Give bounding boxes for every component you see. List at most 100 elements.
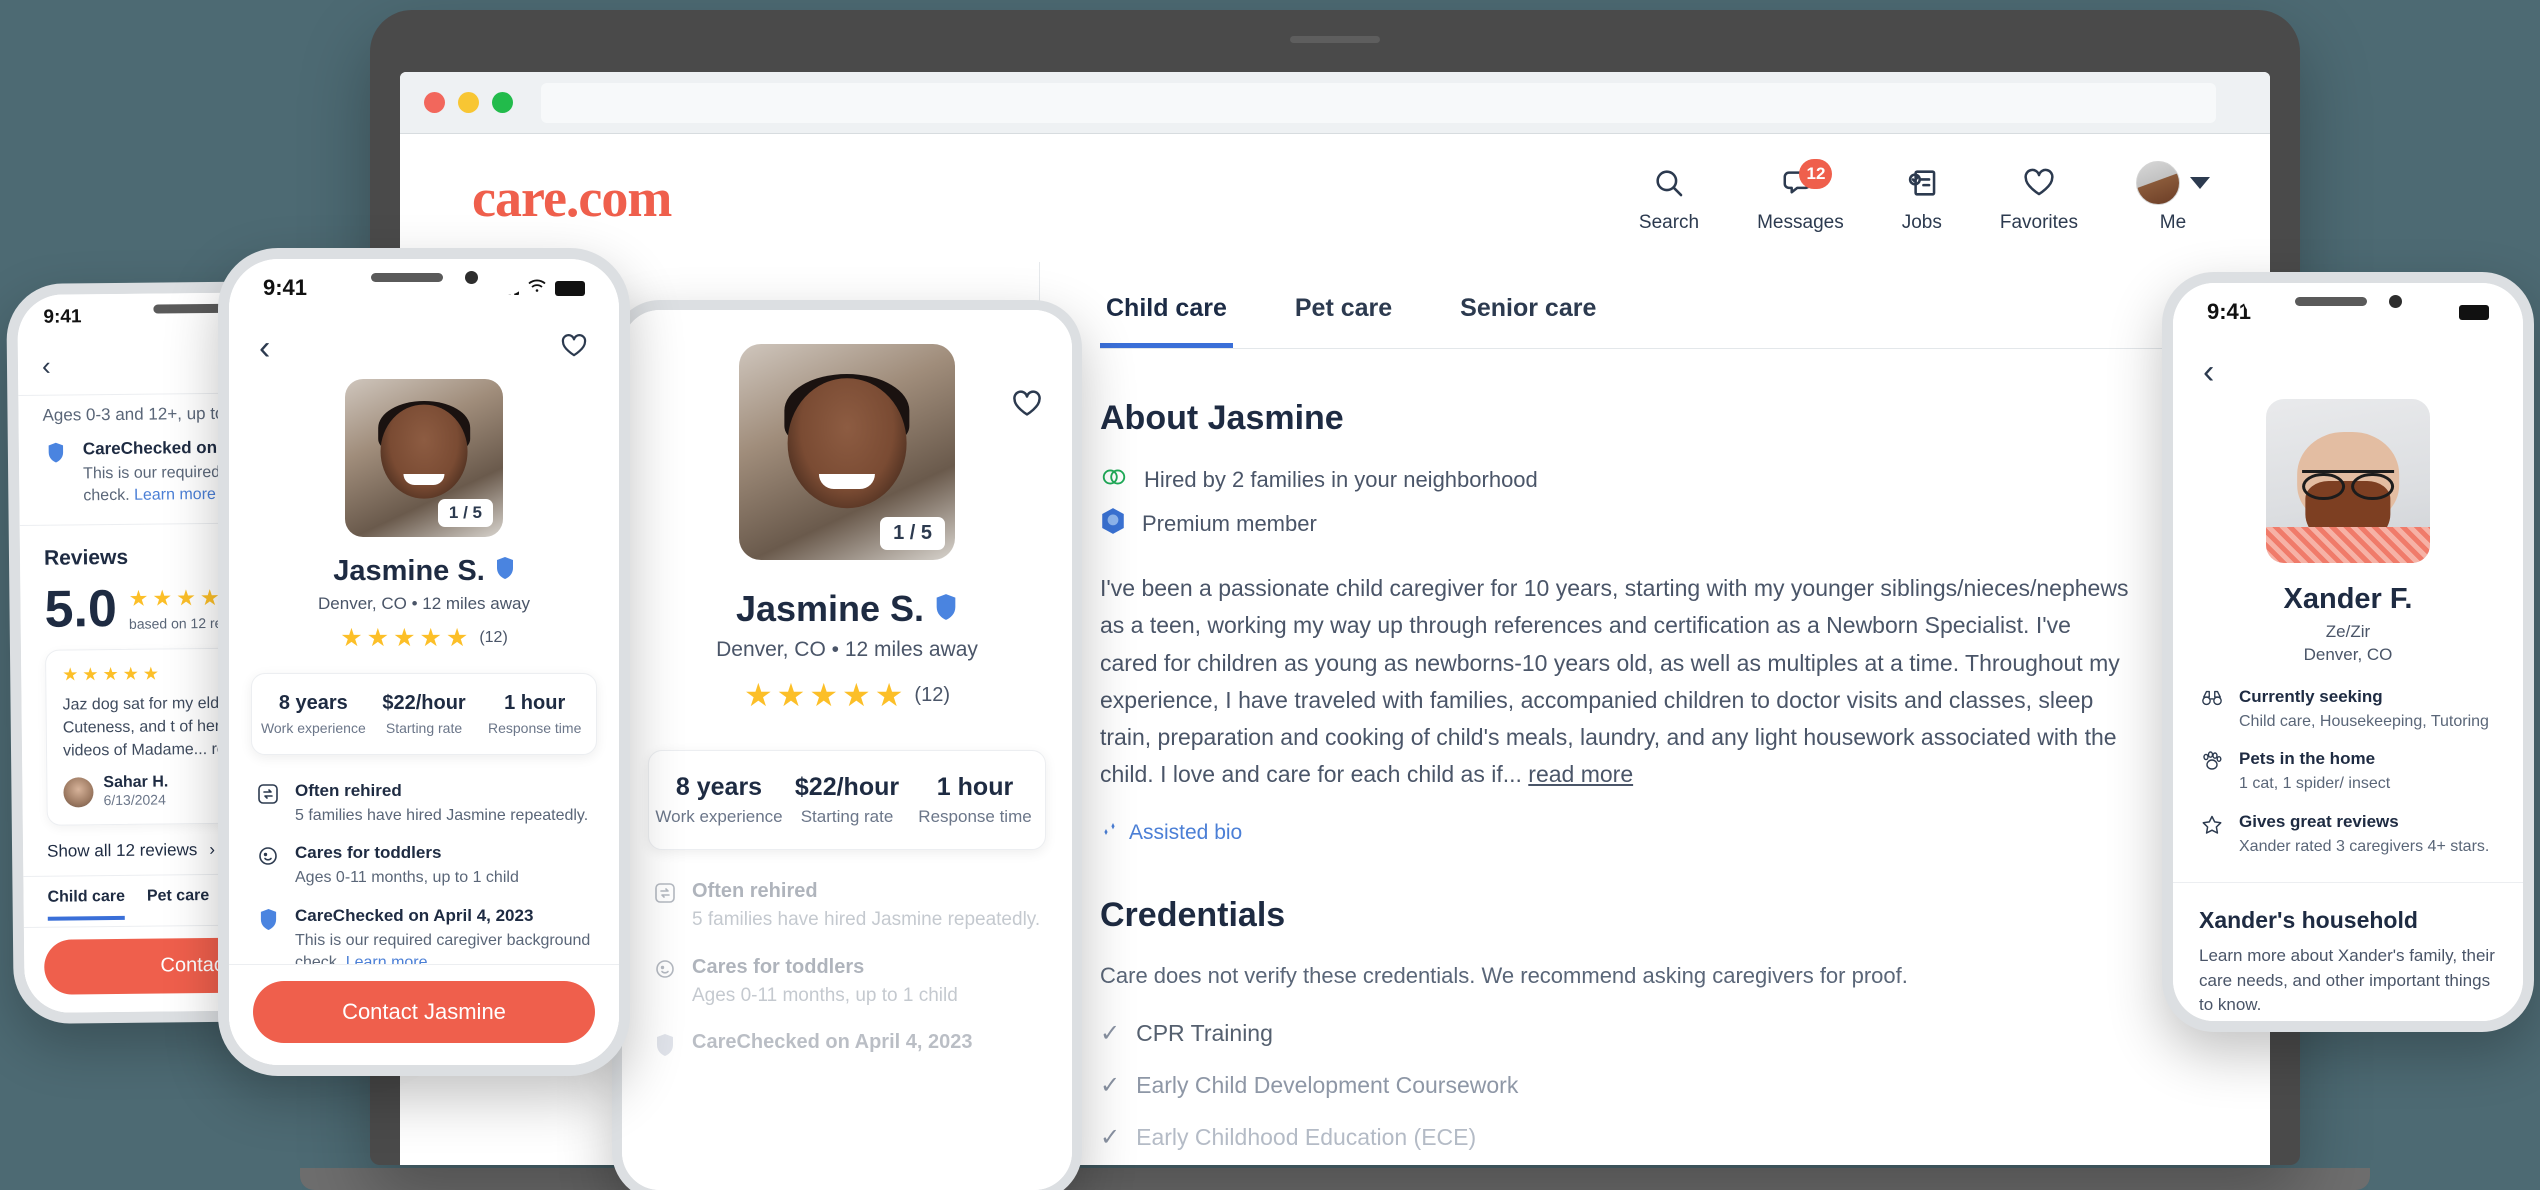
wifi-icon	[528, 279, 546, 298]
window-controls	[424, 92, 513, 113]
avatar	[63, 777, 94, 808]
profile-location: Denver, CO • 12 miles away	[716, 638, 978, 661]
favorite-heart-icon[interactable]	[559, 332, 589, 365]
battery-icon	[555, 280, 585, 296]
favorite-heart-icon[interactable]	[1010, 388, 1044, 425]
close-icon[interactable]	[424, 92, 445, 113]
sparkle-icon	[1100, 820, 1120, 846]
credentials-title: Credentials	[1100, 895, 1286, 934]
status-bar: 9:41	[229, 259, 619, 317]
profile-photo[interactable]	[2266, 399, 2430, 563]
front-camera	[2388, 294, 2402, 308]
heart-icon	[2021, 163, 2057, 203]
stat-work-experience: 8 years Work experience	[655, 773, 783, 827]
reviews-title: Reviews	[43, 545, 129, 570]
stat-label: Starting rate	[385, 720, 463, 736]
read-more-link[interactable]: read more	[1528, 761, 1633, 787]
status-bar: 9:41	[2173, 283, 2523, 341]
feature-title: Cares for toddlers	[692, 955, 865, 978]
profile-main-column: Child care Pet care Senior care About Ja…	[1040, 262, 2270, 1165]
back-icon[interactable]: ‹	[2203, 355, 2214, 389]
star-outline-icon	[2199, 812, 2225, 858]
contact-button[interactable]: Contact Jasmine	[253, 981, 595, 1043]
learn-more-link[interactable]: Learn more	[134, 486, 216, 504]
star-icon: ★	[366, 624, 390, 652]
star-icon: ★	[874, 677, 904, 713]
tab-senior-care[interactable]: Senior care	[1454, 280, 1602, 348]
rehire-icon	[255, 781, 281, 827]
feature-cares-for-toddlers: Cares for toddlers Ages 0-11 months, up …	[652, 956, 1042, 1010]
stat-starting-rate: $22/hour Starting rate	[783, 773, 911, 827]
assisted-bio-link[interactable]: Assisted bio	[1100, 820, 2210, 846]
tab-pet-care[interactable]: Pet care	[147, 887, 210, 920]
nav-item-me[interactable]: Me	[2136, 160, 2210, 234]
battery-icon	[2459, 304, 2489, 320]
credential-item: ✓ CPR Training	[1100, 1019, 2210, 1048]
tab-child-care[interactable]: Child care	[47, 888, 126, 922]
stat-value: $22/hour	[794, 773, 900, 801]
status-time: 9:41	[263, 275, 308, 300]
stat-label: Work experience	[655, 807, 783, 826]
main-nav: Search 12 Messages Jobs Favorites Me	[1639, 158, 2210, 234]
profile-name: Xander F.	[2173, 583, 2523, 616]
profile-name-text: Jasmine S.	[735, 588, 925, 629]
me-icon-group	[2136, 160, 2210, 205]
phone-d-topbar: ‹	[2173, 341, 2523, 389]
tab-child-care[interactable]: Child care	[1100, 280, 1233, 348]
nav-item-search[interactable]: Search	[1639, 163, 1699, 234]
paw-icon	[2199, 749, 2225, 795]
speaker-grille	[2294, 296, 2367, 306]
rating-stars: ★ ★ ★ ★ ★ (12)	[622, 676, 1072, 714]
nav-item-messages[interactable]: 12 Messages	[1757, 158, 1844, 234]
credential-label: CPR Training	[1136, 1019, 1273, 1046]
care-logo[interactable]: care.com	[472, 167, 672, 229]
star-icon: ★	[102, 663, 119, 684]
star-icon: ★	[152, 585, 173, 611]
chevron-right-icon: ›	[209, 840, 216, 860]
feature-often-rehired: Often rehired 5 families have hired Jasm…	[652, 880, 1042, 934]
tab-pet-care[interactable]: Pet care	[1289, 280, 1398, 348]
nav-item-jobs[interactable]: Jobs	[1902, 163, 1942, 234]
maximize-icon[interactable]	[492, 92, 513, 113]
profile-photo[interactable]: 1 / 5	[345, 379, 503, 537]
stat-starting-rate: $22/hour Starting rate	[369, 692, 480, 736]
feature-often-rehired: Often rehired 5 families have hired Jasm…	[255, 781, 593, 827]
phone-d-features-section: Currently seeking Child care, Housekeepi…	[2173, 665, 2523, 884]
phone-jasmine-large: 1 / 5 Jasmine S. Denver, CO • 12 miles a…	[612, 300, 1082, 1190]
baby-face-icon	[255, 843, 281, 889]
feature-title: Pets in the home	[2239, 749, 2376, 769]
speaker-grille	[370, 272, 443, 282]
nav-label-search: Search	[1638, 211, 1700, 233]
feature-gives-great-reviews: Gives great reviews Xander rated 3 careg…	[2199, 812, 2497, 858]
nav-label-messages: Messages	[1757, 211, 1844, 233]
stat-value: $22/hour	[382, 692, 466, 714]
address-bar[interactable]	[541, 82, 2216, 123]
status-time: 9:41	[43, 306, 82, 328]
back-icon[interactable]: ‹	[259, 331, 270, 365]
badge-premium-text: Premium member	[1142, 510, 1317, 536]
photo-shirt-shape	[2266, 526, 2430, 563]
stat-value: 8 years	[278, 692, 348, 714]
phone-notch	[2243, 283, 2453, 319]
nav-item-favorites[interactable]: Favorites	[2000, 163, 2078, 234]
rating-value: 5.0	[44, 579, 118, 639]
chevron-down-icon[interactable]	[2190, 176, 2210, 189]
shield-icon	[43, 439, 70, 508]
stat-value: 1 hour	[504, 692, 566, 714]
star-icon: ★	[82, 663, 99, 685]
stat-label: Starting rate	[800, 807, 894, 826]
minimize-icon[interactable]	[458, 92, 479, 113]
feature-desc: Ages 0-11 months, up to 1 child	[692, 984, 958, 1006]
star-icon: ★	[776, 677, 806, 713]
profile-name-text: Jasmine S.	[333, 555, 485, 587]
credentials-note: Care does not verify these credentials. …	[1100, 962, 1908, 988]
photo-glasses-shape	[2302, 469, 2394, 500]
review-author-name: Sahar H.	[103, 773, 169, 792]
profile-photo[interactable]: 1 / 5	[739, 344, 955, 560]
badge-hired: Hired by 2 families in your neighborhood	[1100, 466, 2210, 493]
back-icon[interactable]: ‹	[42, 351, 51, 381]
feature-title: Often rehired	[692, 880, 818, 902]
search-icon	[1652, 163, 1686, 203]
feature-title: Currently seeking	[2239, 687, 2383, 706]
bio-body: I've been a passionate child caregiver f…	[1100, 575, 2129, 788]
